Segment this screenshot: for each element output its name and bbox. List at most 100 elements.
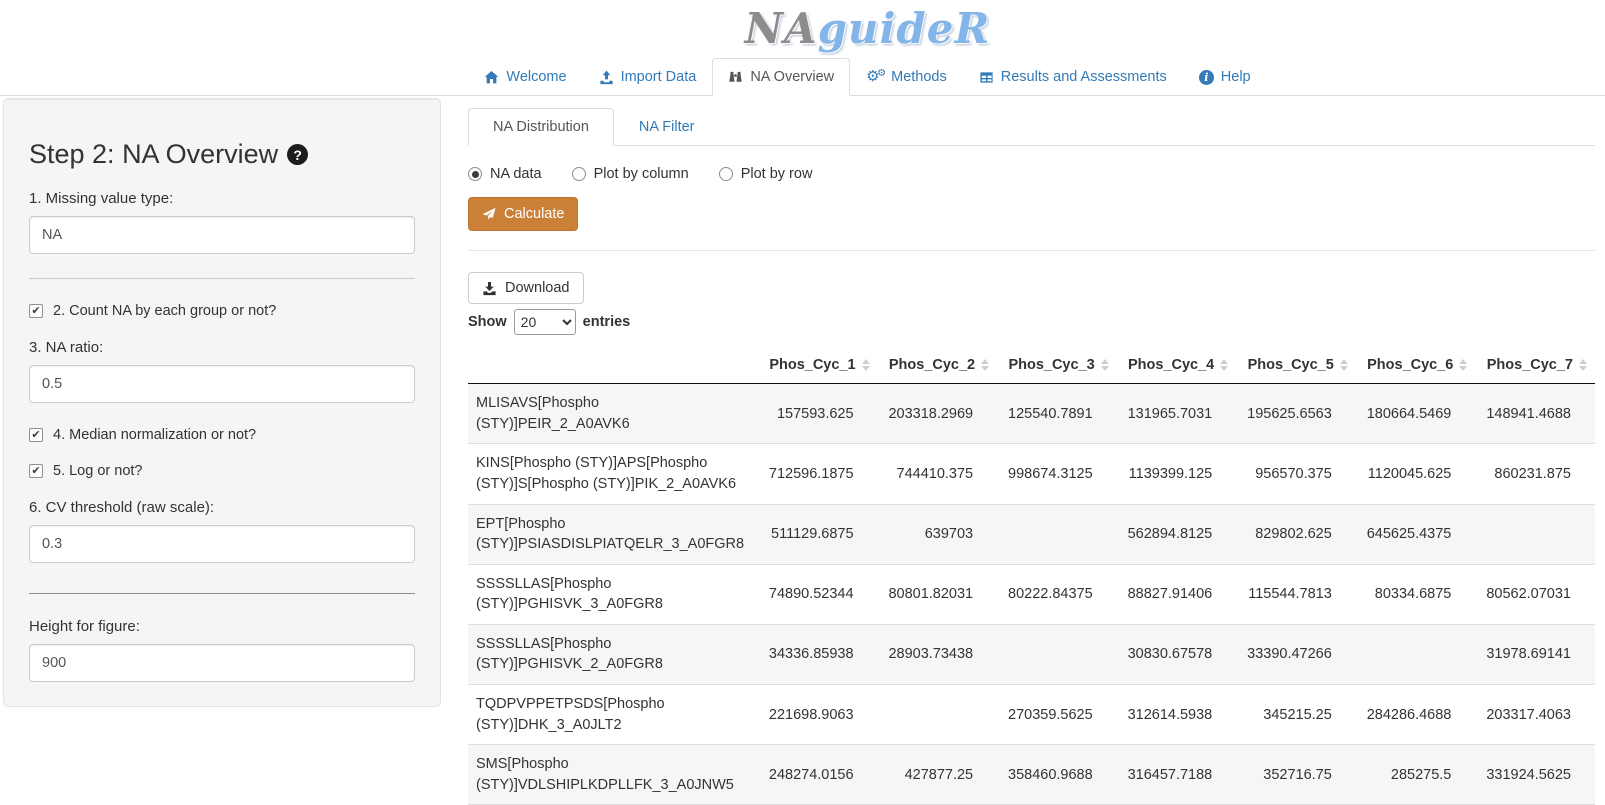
cell-value: 88827.91406 bbox=[1117, 564, 1237, 624]
cell-value: 956570.375 bbox=[1236, 444, 1356, 504]
table-body: MLISAVS[Phospho (STY)]PEIR_2_A0AVK615759… bbox=[468, 384, 1595, 805]
nav-item-import-data[interactable]: Import Data bbox=[583, 58, 713, 96]
sort-icon[interactable] bbox=[1579, 359, 1587, 371]
nav-item-na-overview[interactable]: NA Overview bbox=[712, 58, 850, 96]
calculate-button[interactable]: Calculate bbox=[468, 197, 578, 231]
sort-icon[interactable] bbox=[981, 359, 989, 371]
missing-value-type-input[interactable] bbox=[29, 216, 415, 254]
radio-na-data[interactable]: NA data bbox=[468, 166, 542, 182]
table-length-control: Show 20 entries bbox=[468, 309, 1595, 335]
sort-icon[interactable] bbox=[1340, 359, 1348, 371]
cell-value: 80801.82031 bbox=[878, 564, 998, 624]
sub-tab-bar: NA Distribution NA Filter bbox=[468, 108, 1595, 146]
na-ratio-input[interactable] bbox=[29, 365, 415, 403]
nav-item-methods[interactable]: ⚙⚙ Methods bbox=[850, 58, 963, 96]
peptide-row-name: SSSSLLAS[Phospho (STY)]PGHISVK_3_A0FGR8 bbox=[468, 564, 758, 624]
cell-value: 285275.5 bbox=[1356, 745, 1476, 805]
cell-value: 33390.47266 bbox=[1236, 624, 1356, 684]
logo-na-part: NA bbox=[745, 4, 818, 53]
sort-icon[interactable] bbox=[1101, 359, 1109, 371]
cell-value bbox=[997, 504, 1117, 564]
cell-value: 427877.25 bbox=[878, 745, 998, 805]
checkbox-checked-icon[interactable]: ✔ bbox=[29, 428, 43, 442]
table-row[interactable]: SMS[Phospho (STY)]VDLSHIPLKDPLLFK_3_A0JN… bbox=[468, 745, 1595, 805]
checkbox-checked-icon[interactable]: ✔ bbox=[29, 464, 43, 478]
download-icon bbox=[482, 281, 497, 296]
radio-label: Plot by column bbox=[594, 166, 689, 182]
cell-value: 248274.0156 bbox=[758, 745, 878, 805]
radio-plot-by-row[interactable]: Plot by row bbox=[719, 166, 813, 182]
cell-value: 195625.6563 bbox=[1236, 384, 1356, 444]
app-header: NAguideR bbox=[0, 0, 1605, 52]
cell-value: 74890.52344 bbox=[758, 564, 878, 624]
cell-value: 203317.4063 bbox=[1475, 684, 1595, 744]
radio-plot-by-column[interactable]: Plot by column bbox=[572, 166, 689, 182]
content-area: Step 2: NA Overview ? 1. Missing value t… bbox=[0, 98, 1605, 805]
sidebar-divider bbox=[29, 593, 415, 594]
home-icon bbox=[484, 70, 499, 85]
download-label: Download bbox=[505, 280, 570, 296]
missing-value-type-label: 1. Missing value type: bbox=[29, 190, 415, 207]
table-row[interactable]: SSSSLLAS[Phospho (STY)]PGHISVK_3_A0FGR87… bbox=[468, 564, 1595, 624]
column-header[interactable]: Phos_Cyc_7 bbox=[1475, 348, 1595, 384]
column-header[interactable]: Phos_Cyc_5 bbox=[1236, 348, 1356, 384]
cell-value bbox=[1356, 624, 1476, 684]
radio-unselected-icon[interactable] bbox=[719, 167, 733, 181]
page-length-select[interactable]: 20 bbox=[514, 309, 576, 335]
figure-height-input[interactable] bbox=[29, 644, 415, 682]
nav-label: Help bbox=[1221, 69, 1251, 85]
nav-label: NA Overview bbox=[750, 69, 834, 85]
cell-value bbox=[997, 624, 1117, 684]
table-icon bbox=[979, 70, 994, 85]
paper-plane-icon bbox=[482, 207, 496, 221]
column-header[interactable]: Phos_Cyc_1 bbox=[758, 348, 878, 384]
table-header: Phos_Cyc_1 Phos_Cyc_2 Phos_Cyc_3 Phos_Cy… bbox=[468, 348, 1595, 384]
table-row[interactable]: TQDPVPPETPSDS[Phospho (STY)]DHK_3_A0JLT2… bbox=[468, 684, 1595, 744]
upload-icon bbox=[599, 70, 614, 85]
nav-item-results[interactable]: Results and Assessments bbox=[963, 58, 1183, 96]
cell-value: 284286.4688 bbox=[1356, 684, 1476, 744]
cell-value bbox=[878, 684, 998, 744]
cv-threshold-label: 6. CV threshold (raw scale): bbox=[29, 499, 415, 516]
main-navigation: Welcome Import Data NA Overview ⚙⚙ bbox=[0, 58, 1605, 96]
cell-value: 203318.2969 bbox=[878, 384, 998, 444]
rowname-column-header bbox=[468, 348, 758, 384]
cell-value: 28903.73438 bbox=[878, 624, 998, 684]
checkbox-checked-icon[interactable]: ✔ bbox=[29, 304, 43, 318]
cell-value: 34336.85938 bbox=[758, 624, 878, 684]
nav-item-welcome[interactable]: Welcome bbox=[468, 58, 582, 96]
binoculars-icon bbox=[728, 70, 743, 85]
cell-value: 131965.7031 bbox=[1117, 384, 1237, 444]
nav-item-help[interactable]: i Help bbox=[1183, 58, 1267, 96]
log-checkbox-row[interactable]: ✔ 5. Log or not? bbox=[29, 463, 415, 479]
log-label: 5. Log or not? bbox=[53, 463, 143, 479]
question-circle-icon[interactable]: ? bbox=[287, 144, 308, 165]
radio-selected-icon[interactable] bbox=[468, 167, 482, 181]
column-header[interactable]: Phos_Cyc_2 bbox=[878, 348, 998, 384]
table-row[interactable]: MLISAVS[Phospho (STY)]PEIR_2_A0AVK615759… bbox=[468, 384, 1595, 444]
column-header[interactable]: Phos_Cyc_4 bbox=[1117, 348, 1237, 384]
table-row[interactable]: SSSSLLAS[Phospho (STY)]PGHISVK_2_A0FGR83… bbox=[468, 624, 1595, 684]
cell-value: 221698.9063 bbox=[758, 684, 878, 744]
median-normalization-checkbox-row[interactable]: ✔ 4. Median normalization or not? bbox=[29, 427, 415, 443]
sort-icon[interactable] bbox=[1459, 359, 1467, 371]
sort-icon[interactable] bbox=[862, 359, 870, 371]
cell-value: 1120045.625 bbox=[1356, 444, 1476, 504]
tab-na-filter[interactable]: NA Filter bbox=[614, 108, 720, 146]
column-header[interactable]: Phos_Cyc_6 bbox=[1356, 348, 1476, 384]
peptide-row-name: EPT[Phospho (STY)]PSIASDISLPIATQELR_3_A0… bbox=[468, 504, 758, 564]
cv-threshold-input[interactable] bbox=[29, 525, 415, 563]
column-header[interactable]: Phos_Cyc_3 bbox=[997, 348, 1117, 384]
radio-unselected-icon[interactable] bbox=[572, 167, 586, 181]
peptide-row-name: SSSSLLAS[Phospho (STY)]PGHISVK_2_A0FGR8 bbox=[468, 624, 758, 684]
table-row[interactable]: KINS[Phospho (STY)]APS[Phospho (STY)]S[P… bbox=[468, 444, 1595, 504]
cell-value: 31978.69141 bbox=[1475, 624, 1595, 684]
download-button[interactable]: Download bbox=[468, 272, 584, 304]
count-na-checkbox-row[interactable]: ✔ 2. Count NA by each group or not? bbox=[29, 303, 415, 319]
show-label: Show bbox=[468, 314, 507, 330]
tab-na-distribution[interactable]: NA Distribution bbox=[468, 108, 614, 146]
table-row[interactable]: EPT[Phospho (STY)]PSIASDISLPIATQELR_3_A0… bbox=[468, 504, 1595, 564]
gears-icon: ⚙⚙ bbox=[866, 69, 884, 85]
sort-icon[interactable] bbox=[1220, 359, 1228, 371]
plot-type-radio-group: NA data Plot by column Plot by row bbox=[468, 166, 1595, 182]
